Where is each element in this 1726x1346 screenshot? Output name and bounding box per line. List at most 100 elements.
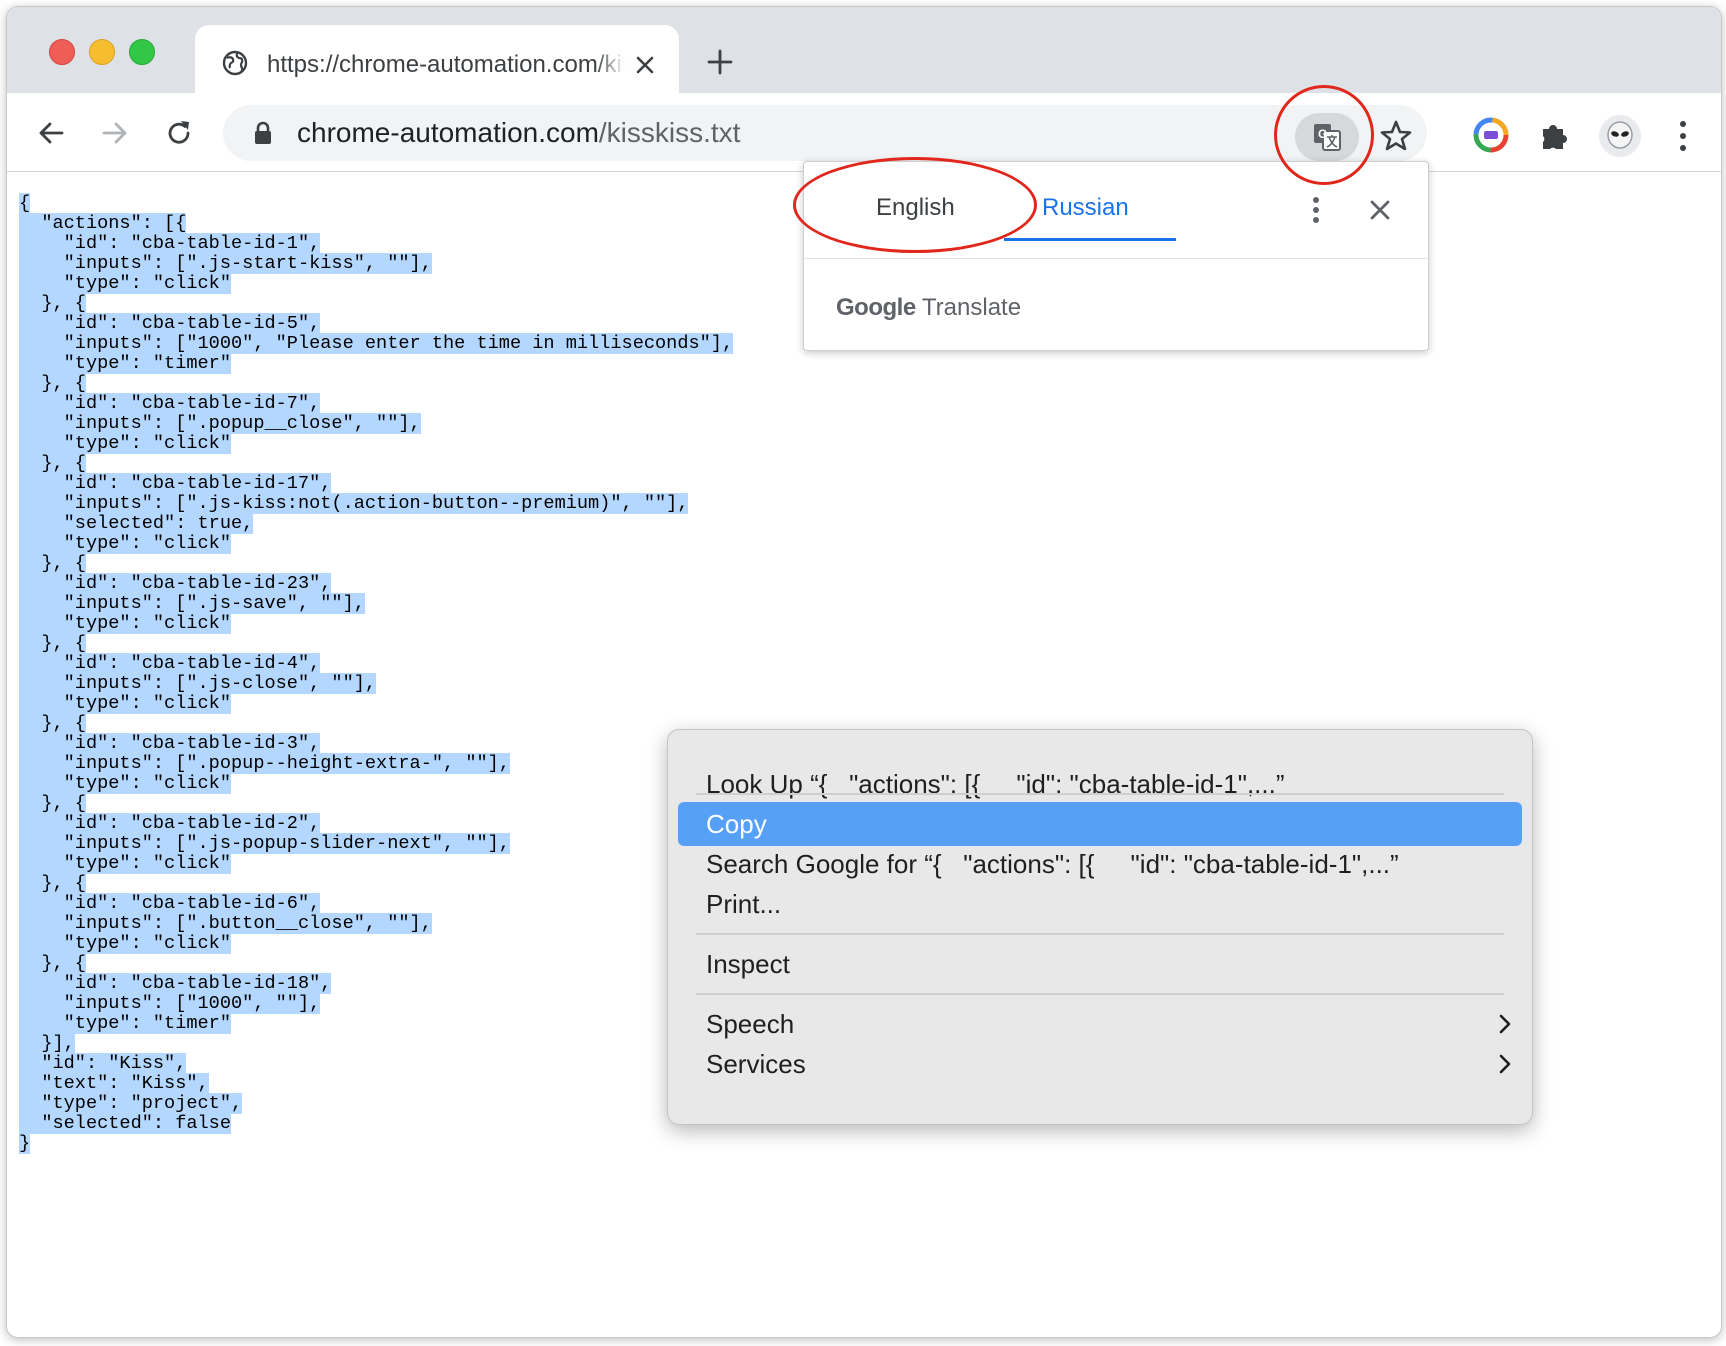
selected-text: "type": "click" — [19, 273, 232, 294]
selected-text: "inputs": [".js-popup-slider-next", ""], — [19, 833, 510, 854]
selected-text: "id": "cba-table-id-3", — [19, 733, 321, 754]
code-line: }, { — [19, 793, 733, 814]
selected-text: "type": "click" — [19, 433, 232, 454]
chrome-menu-icon[interactable] — [1677, 119, 1689, 153]
code-line: "type": "timer" — [19, 353, 733, 374]
code-line: "id": "cba-table-id-4", — [19, 653, 733, 674]
code-line: "id": "Kiss", — [19, 1053, 733, 1074]
selected-text: "inputs": [".js-close", ""], — [19, 673, 377, 694]
code-line: "id": "cba-table-id-18", — [19, 973, 733, 994]
bookmark-star-icon[interactable] — [1379, 119, 1413, 153]
menu-item-search-google[interactable]: Search Google for “{ "actions": [{ "id":… — [678, 842, 1522, 886]
browser-tab[interactable]: https://chrome-automation.com/kisskiss.t… — [195, 25, 679, 93]
selected-text: "type": "project", — [19, 1093, 243, 1114]
code-line: "selected": false — [19, 1113, 733, 1134]
selected-text: }, { — [19, 453, 86, 474]
code-line: "id": "cba-table-id-3", — [19, 733, 733, 754]
code-line: "type": "timer" — [19, 1013, 733, 1034]
selected-text: }, { — [19, 633, 86, 654]
code-line: "id": "cba-table-id-7", — [19, 393, 733, 414]
json-document[interactable]: { "actions": [{ "id": "cba-table-id-1", … — [19, 193, 734, 1154]
code-line: }, { — [19, 373, 733, 394]
selected-text: }, { — [19, 293, 86, 314]
code-line: "type": "click" — [19, 273, 733, 294]
selected-text: "id": "cba-table-id-4", — [19, 653, 321, 674]
menu-item-copy[interactable]: Copy — [678, 802, 1522, 846]
selected-text: "id": "cba-table-id-1", — [19, 233, 321, 254]
code-line: "inputs": [".js-close", ""], — [19, 673, 733, 694]
code-line: "actions": [{ — [19, 213, 733, 234]
menu-item-services[interactable]: Services — [678, 1042, 1522, 1086]
google-translate-logo: Google Translate — [836, 294, 1022, 321]
reload-icon[interactable] — [163, 117, 195, 149]
code-line: "id": "cba-table-id-6", — [19, 893, 733, 914]
menu-separator — [696, 793, 1504, 795]
code-line: "id": "cba-table-id-23", — [19, 573, 733, 594]
code-line: "inputs": [".popup__close", ""], — [19, 413, 733, 434]
code-line: "inputs": [".js-kiss:not(.action-button-… — [19, 493, 733, 514]
menu-item-look-up[interactable]: Look Up “{ "actions": [{ "id": "cba-tabl… — [678, 762, 1522, 806]
code-line: "inputs": [".popup--height-extra-", ""], — [19, 753, 733, 774]
address-bar[interactable]: chrome-automation.com/kisskiss.txt — [223, 105, 1427, 161]
browser-window: https://chrome-automation.com/kisskiss.t… — [6, 6, 1722, 1338]
code-line: } — [19, 1133, 733, 1154]
menu-item-speech[interactable]: Speech — [678, 1002, 1522, 1046]
selected-text: "inputs": [".button__close", ""], — [19, 913, 432, 934]
translate-page-button[interactable]: G — [1295, 113, 1359, 161]
selected-text: "type": "timer" — [19, 353, 232, 374]
code-line: }, { — [19, 633, 733, 654]
selected-text: "id": "cba-table-id-7", — [19, 393, 321, 414]
extensions-puzzle-icon[interactable] — [1535, 115, 1575, 155]
selected-text: "type": "click" — [19, 693, 232, 714]
selected-text: "type": "click" — [19, 933, 232, 954]
menu-item-print[interactable]: Print... — [678, 882, 1522, 926]
code-line: }, { — [19, 713, 733, 734]
menu-item-inspect[interactable]: Inspect — [678, 942, 1522, 986]
code-line: }, { — [19, 453, 733, 474]
extension-cba-icon[interactable] — [1471, 115, 1511, 155]
globe-icon — [222, 50, 248, 76]
selected-text: }, { — [19, 793, 86, 814]
selected-text: "type": "click" — [19, 533, 232, 554]
tab-source-language[interactable]: English — [876, 192, 955, 224]
selected-text: }], — [19, 1033, 75, 1054]
selected-text: "inputs": [".js-start-kiss", ""], — [19, 253, 432, 274]
close-tab-icon[interactable] — [631, 51, 659, 79]
code-line: }], — [19, 1033, 733, 1054]
chevron-right-icon — [1499, 1014, 1511, 1034]
code-line: "inputs": ["1000", ""], — [19, 993, 733, 1014]
url-text[interactable]: chrome-automation.com/kisskiss.txt — [297, 117, 740, 149]
close-popup-icon[interactable] — [1368, 198, 1392, 222]
url-path: /kisskiss.txt — [598, 117, 741, 148]
forward-icon[interactable] — [99, 117, 131, 149]
code-line: }, { — [19, 953, 733, 974]
popup-divider — [804, 258, 1428, 259]
selected-text: "type": "timer" — [19, 1013, 232, 1034]
zoom-window-button[interactable] — [129, 39, 155, 65]
selected-text: "type": "click" — [19, 773, 232, 794]
minimize-window-button[interactable] — [89, 39, 115, 65]
code-line: "type": "click" — [19, 693, 733, 714]
code-line: "inputs": [".js-popup-slider-next", ""], — [19, 833, 733, 854]
menu-separator — [696, 993, 1504, 995]
close-window-button[interactable] — [49, 39, 75, 65]
code-line: "type": "click" — [19, 433, 733, 454]
selected-text: }, { — [19, 373, 86, 394]
selected-text: }, { — [19, 953, 86, 974]
selected-text: }, { — [19, 553, 86, 574]
new-tab-icon[interactable] — [705, 47, 735, 77]
selected-text: "inputs": [".js-kiss:not(.action-button-… — [19, 493, 689, 514]
lock-icon[interactable] — [253, 121, 273, 145]
more-options-icon[interactable] — [1312, 196, 1320, 224]
back-icon[interactable] — [35, 117, 67, 149]
tab-target-language[interactable]: Russian — [1042, 192, 1129, 224]
svg-text:G: G — [1318, 127, 1327, 141]
selected-text: } — [19, 1133, 31, 1154]
code-line: }, { — [19, 553, 733, 574]
selected-text: "id": "cba-table-id-17", — [19, 473, 332, 494]
code-line: { — [19, 193, 733, 214]
selected-text: "id": "cba-table-id-5", — [19, 313, 321, 334]
selected-text: "inputs": [".popup--height-extra-", ""], — [19, 753, 510, 774]
code-line: "type": "click" — [19, 613, 733, 634]
profile-avatar[interactable] — [1597, 113, 1643, 159]
